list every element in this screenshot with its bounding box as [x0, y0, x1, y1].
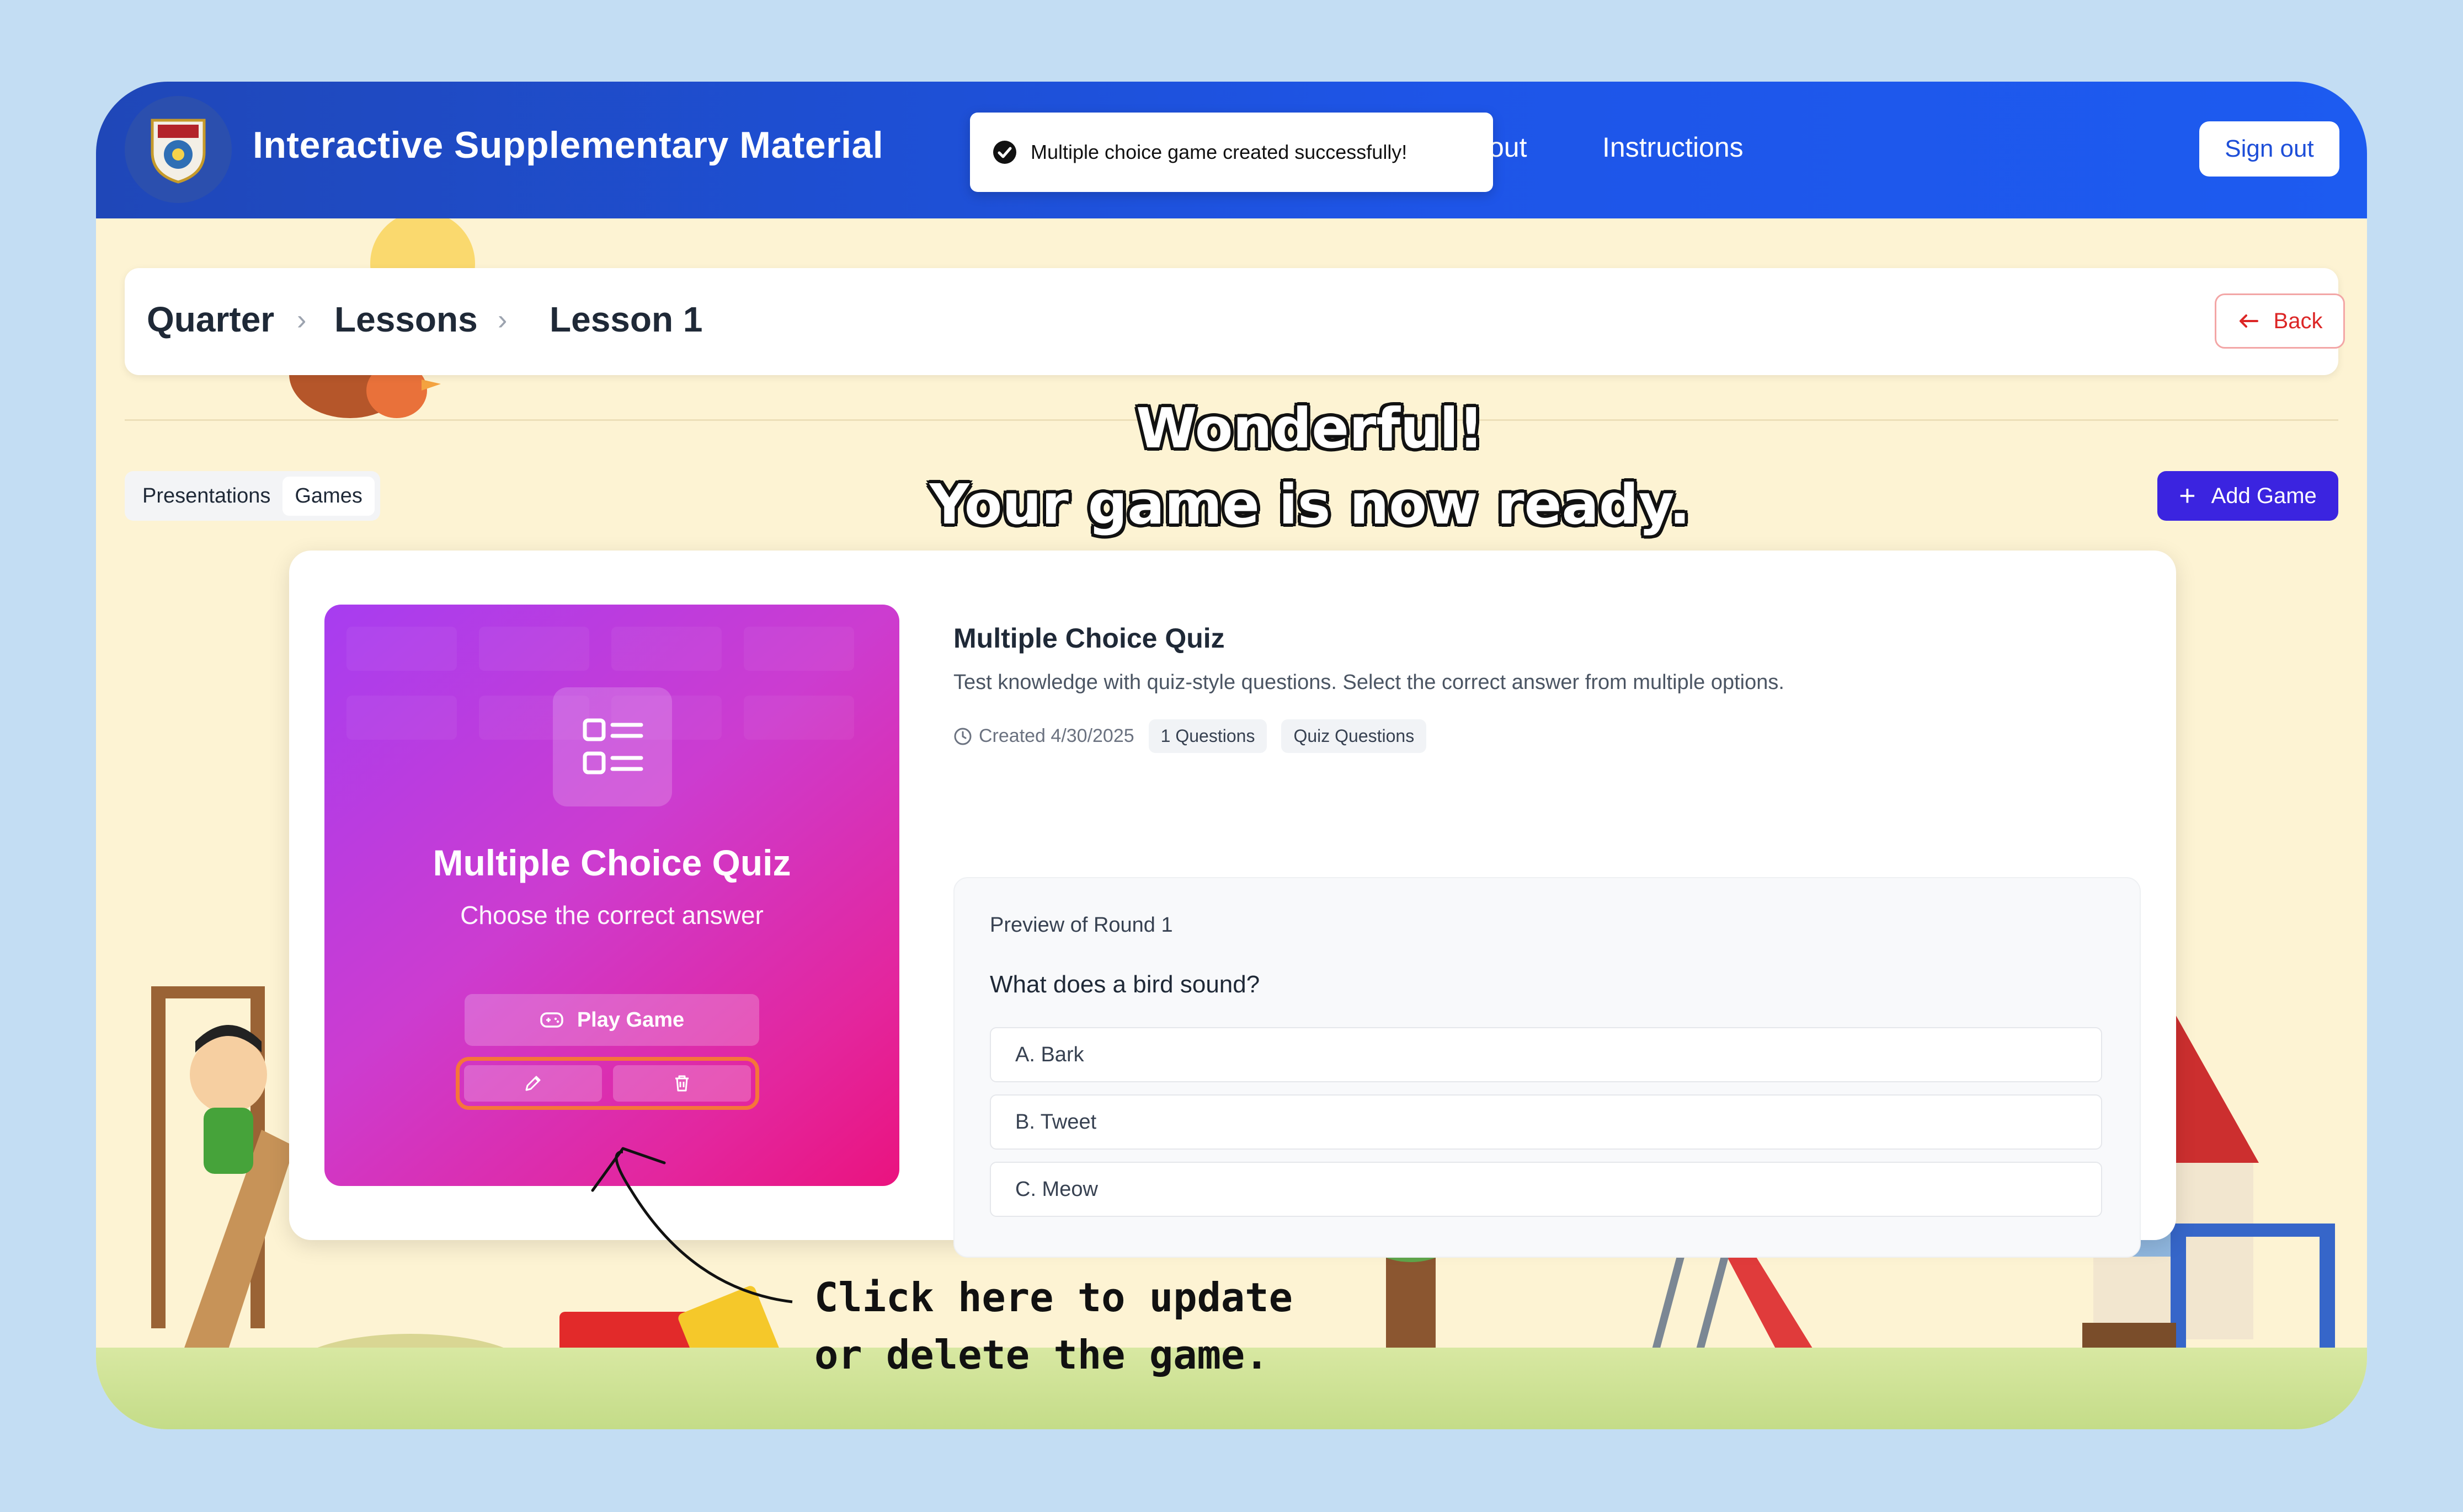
back-label: Back	[2273, 308, 2323, 333]
preview-label: Preview of Round 1	[990, 913, 1173, 937]
app-title: Interactive Supplementary Material	[253, 124, 884, 166]
chevron-right-icon: ›	[498, 304, 508, 336]
delete-game-button[interactable]	[613, 1065, 751, 1102]
edit-delete-highlight	[456, 1057, 759, 1110]
answer-option: B. Tweet	[990, 1094, 2102, 1150]
app-frame: Interactive Supplementary Material out I…	[96, 82, 2367, 1429]
school-logo	[125, 96, 232, 203]
answer-option: C. Meow	[990, 1162, 2102, 1217]
game-card: Multiple Choice Quiz Choose the correct …	[289, 551, 2176, 1258]
breadcrumb-lessons[interactable]: Lessons	[334, 299, 478, 340]
check-circle-icon	[993, 141, 1016, 164]
hint-line-1: Click here to update	[814, 1274, 1293, 1321]
back-button[interactable]: Back	[2215, 293, 2345, 349]
nav-about-link[interactable]: out	[1489, 131, 1527, 163]
add-game-label: Add Game	[2211, 483, 2317, 508]
celebration-overlay: Wonderful! Your game is now ready.	[758, 391, 1862, 543]
overlay-line-2: Your game is now ready.	[929, 472, 1691, 537]
plus-icon: +	[2179, 480, 2196, 512]
tab-games[interactable]: Games	[282, 476, 375, 516]
preview-question: What does a bird sound?	[990, 971, 1260, 998]
content-tabs: Presentations Games	[125, 471, 380, 521]
success-toast: Multiple choice game created successfull…	[970, 113, 1493, 192]
game-meta: Created 4/30/2025 1 Questions Quiz Quest…	[953, 719, 1427, 753]
list-checks-icon	[583, 718, 643, 774]
shield-logo-icon	[151, 119, 206, 184]
breadcrumb: Quarter › Lessons › Lesson 1 Back	[125, 268, 2345, 375]
gamepad-icon	[540, 1012, 563, 1028]
questions-count-badge: 1 Questions	[1148, 719, 1267, 753]
tile-title: Multiple Choice Quiz	[433, 842, 791, 883]
tile-subtitle: Choose the correct answer	[460, 901, 764, 929]
edit-game-button[interactable]	[464, 1065, 602, 1102]
game-type-badge: Quiz Questions	[1281, 719, 1427, 753]
answer-option: A. Bark	[990, 1027, 2102, 1082]
toast-message: Multiple choice game created successfull…	[1031, 141, 1408, 163]
annotation-hint: Click here to update or delete the game.	[814, 1269, 1293, 1383]
sign-out-button[interactable]: Sign out	[2199, 121, 2339, 177]
breadcrumb-lesson-1: Lesson 1	[550, 300, 703, 339]
clock-icon	[954, 728, 972, 745]
play-game-label: Play Game	[577, 1008, 685, 1032]
game-title: Multiple Choice Quiz	[953, 623, 1225, 654]
chevron-right-icon: ›	[297, 304, 307, 336]
pencil-icon	[525, 1076, 541, 1091]
created-label: Created 4/30/2025	[979, 725, 1134, 746]
overlay-line-1: Wonderful!	[1136, 396, 1484, 461]
breadcrumb-quarter[interactable]: Quarter	[147, 299, 274, 340]
round-preview: Preview of Round 1 What does a bird soun…	[953, 877, 2141, 1258]
hint-line-2: or delete the game.	[814, 1332, 1269, 1378]
game-description: Test knowledge with quiz-style questions…	[953, 671, 1784, 694]
quiz-icon-box	[553, 687, 672, 806]
trash-icon	[675, 1075, 689, 1092]
tab-presentations[interactable]: Presentations	[130, 477, 282, 516]
play-game-button[interactable]: Play Game	[465, 994, 759, 1046]
created-date: Created 4/30/2025	[953, 725, 1134, 747]
add-game-button[interactable]: + Add Game	[2157, 471, 2338, 521]
arrow-left-icon	[2239, 314, 2258, 328]
game-tile: Multiple Choice Quiz Choose the correct …	[324, 605, 899, 1186]
nav-instructions-link[interactable]: Instructions	[1602, 131, 1744, 163]
